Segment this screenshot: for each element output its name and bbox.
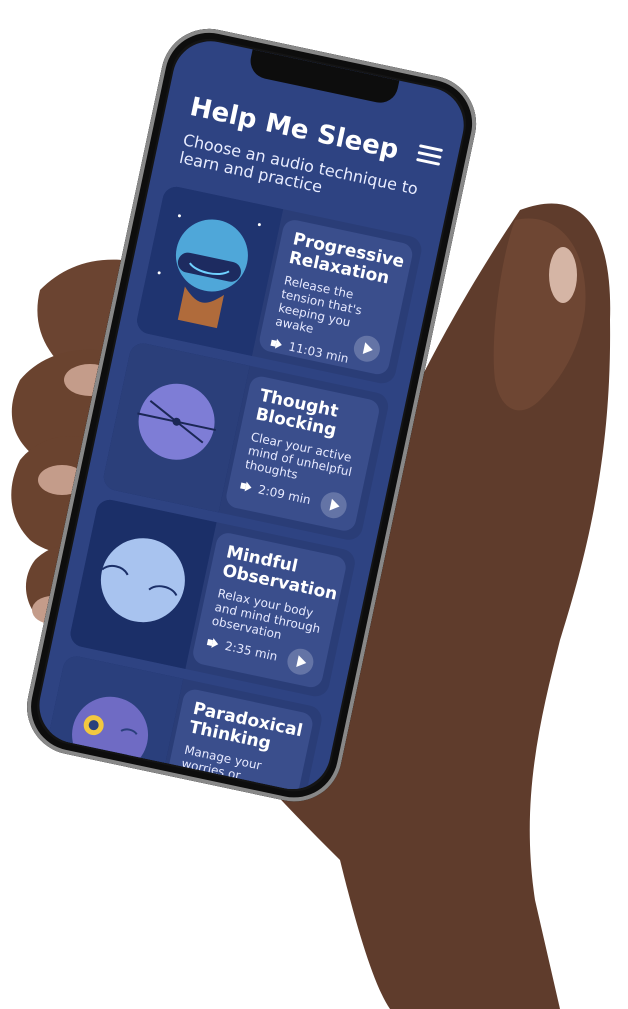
duration-text: 2:09 min (256, 482, 313, 508)
duration-text: 11:03 min (287, 339, 350, 366)
technique-content: Mindful Observation Relax your body and … (190, 530, 348, 690)
play-button[interactable] (318, 489, 350, 521)
technique-content: Thought Blocking Clear your active mind … (224, 374, 382, 533)
photo-scene: Help Me Sleep Choose an audio technique … (0, 0, 628, 1009)
speaker-icon (239, 480, 253, 494)
speaker-icon (206, 636, 220, 650)
play-button[interactable] (284, 646, 316, 678)
speaker-icon (270, 337, 284, 351)
technique-content: Progressive Relaxation Release the tensi… (257, 217, 415, 377)
duration-text: 2:35 min (223, 638, 279, 664)
